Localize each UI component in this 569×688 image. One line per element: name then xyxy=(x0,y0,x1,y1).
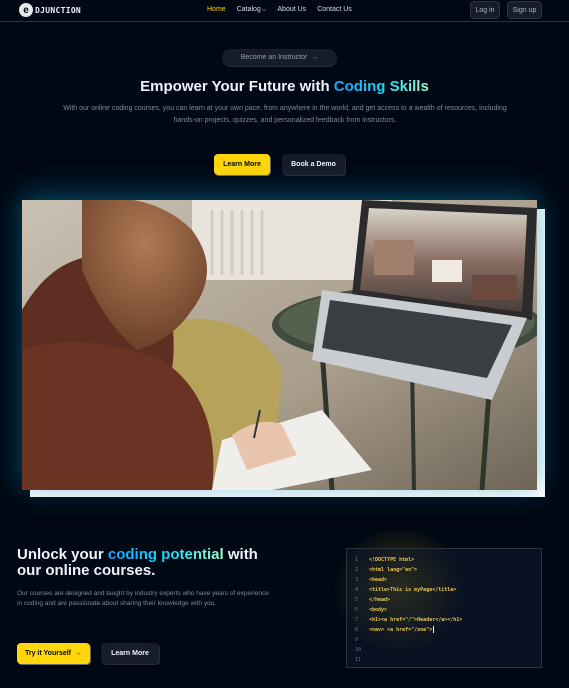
nav-link-home[interactable]: Home xyxy=(207,6,226,14)
learn-more-button-2[interactable]: Learn More xyxy=(101,643,159,664)
become-instructor-button[interactable]: Become an Instructor → xyxy=(222,49,337,66)
line-number: 10 xyxy=(355,647,362,653)
nav-link-catalog[interactable]: Catalog⌵ xyxy=(237,6,267,14)
nav-link-catalog-label: Catalog xyxy=(236,6,261,13)
learn-more-button[interactable]: Learn More xyxy=(214,154,270,175)
logo[interactable]: e DJUNCTION xyxy=(19,3,81,17)
code-line: <head> xyxy=(369,577,388,583)
section-title-line2: our online courses. xyxy=(17,562,156,579)
section-title-prefix: Unlock your xyxy=(17,546,108,563)
login-button[interactable]: Log in xyxy=(470,1,500,19)
code-block: 1 2 3 4 5 6 7 8 9 10 11 <!DOCTYPE html> … xyxy=(346,548,542,668)
book-demo-button[interactable]: Book a Demo xyxy=(282,154,345,175)
become-instructor-label: Become an Instructor xyxy=(240,54,308,61)
try-it-yourself-label: Try it Yourself xyxy=(24,650,72,657)
code-line: <!DOCTYPE html> xyxy=(369,557,415,563)
line-number: 11 xyxy=(355,657,362,663)
line-number: 7 xyxy=(355,617,359,623)
code-line: <body> xyxy=(369,607,388,613)
code-line: <h1><a href="/">Header</a></h1> xyxy=(369,617,463,623)
hero-title-highlight: Coding Skills xyxy=(333,78,429,95)
arrow-right-icon: → xyxy=(311,54,319,61)
navbar: e DJUNCTION Home Catalog⌵ About Us Conta… xyxy=(0,0,569,22)
logo-mark-icon: e xyxy=(19,3,33,17)
line-number: 9 xyxy=(355,637,359,643)
line-number: 6 xyxy=(355,607,359,613)
section-title: Unlock your coding potential with our on… xyxy=(17,547,287,579)
line-number: 5 xyxy=(355,597,359,603)
line-number: 4 xyxy=(355,587,359,593)
hero-title-prefix: Empower Your Future with xyxy=(140,78,334,95)
hero-video-image xyxy=(22,200,537,490)
line-number: 1 xyxy=(355,557,359,563)
line-number: 3 xyxy=(355,577,359,583)
code-line: <nav> <a href="/one"> xyxy=(369,625,462,635)
code-line: <html lang="en"> xyxy=(369,567,418,573)
code-line: <title>This is myPage</title> xyxy=(369,587,457,593)
nav-link-contact[interactable]: Contact Us xyxy=(317,6,352,14)
section-title-suffix: with xyxy=(223,546,258,563)
line-numbers: 1 2 3 4 5 6 7 8 9 10 11 xyxy=(355,555,369,667)
arrow-right-icon: → xyxy=(75,650,83,657)
code-lines: <!DOCTYPE html> <html lang="en"> <head> … xyxy=(369,555,462,667)
line-number: 8 xyxy=(355,627,359,633)
nav-links: Home Catalog⌵ About Us Contact Us xyxy=(207,6,363,14)
nav-link-about[interactable]: About Us xyxy=(277,6,306,14)
logo-text: DJUNCTION xyxy=(35,5,82,15)
section-description: Our courses are designed and taught by i… xyxy=(17,590,269,607)
hero-video[interactable] xyxy=(22,200,537,490)
hero-title: Empower Your Future with Coding Skills xyxy=(0,78,569,95)
section-title-highlight: coding potential xyxy=(107,546,224,563)
hero-description: With our online coding courses, you can … xyxy=(63,105,507,124)
text-cursor xyxy=(433,626,435,633)
try-it-yourself-button[interactable]: Try it Yourself → xyxy=(17,643,90,664)
code-line: </head> xyxy=(369,597,391,603)
chevron-down-icon: ⌵ xyxy=(261,7,267,13)
signup-button[interactable]: Sign up xyxy=(507,1,542,19)
line-number: 2 xyxy=(355,567,359,573)
code-line-text: <nav> <a href="/one"> xyxy=(369,627,433,633)
